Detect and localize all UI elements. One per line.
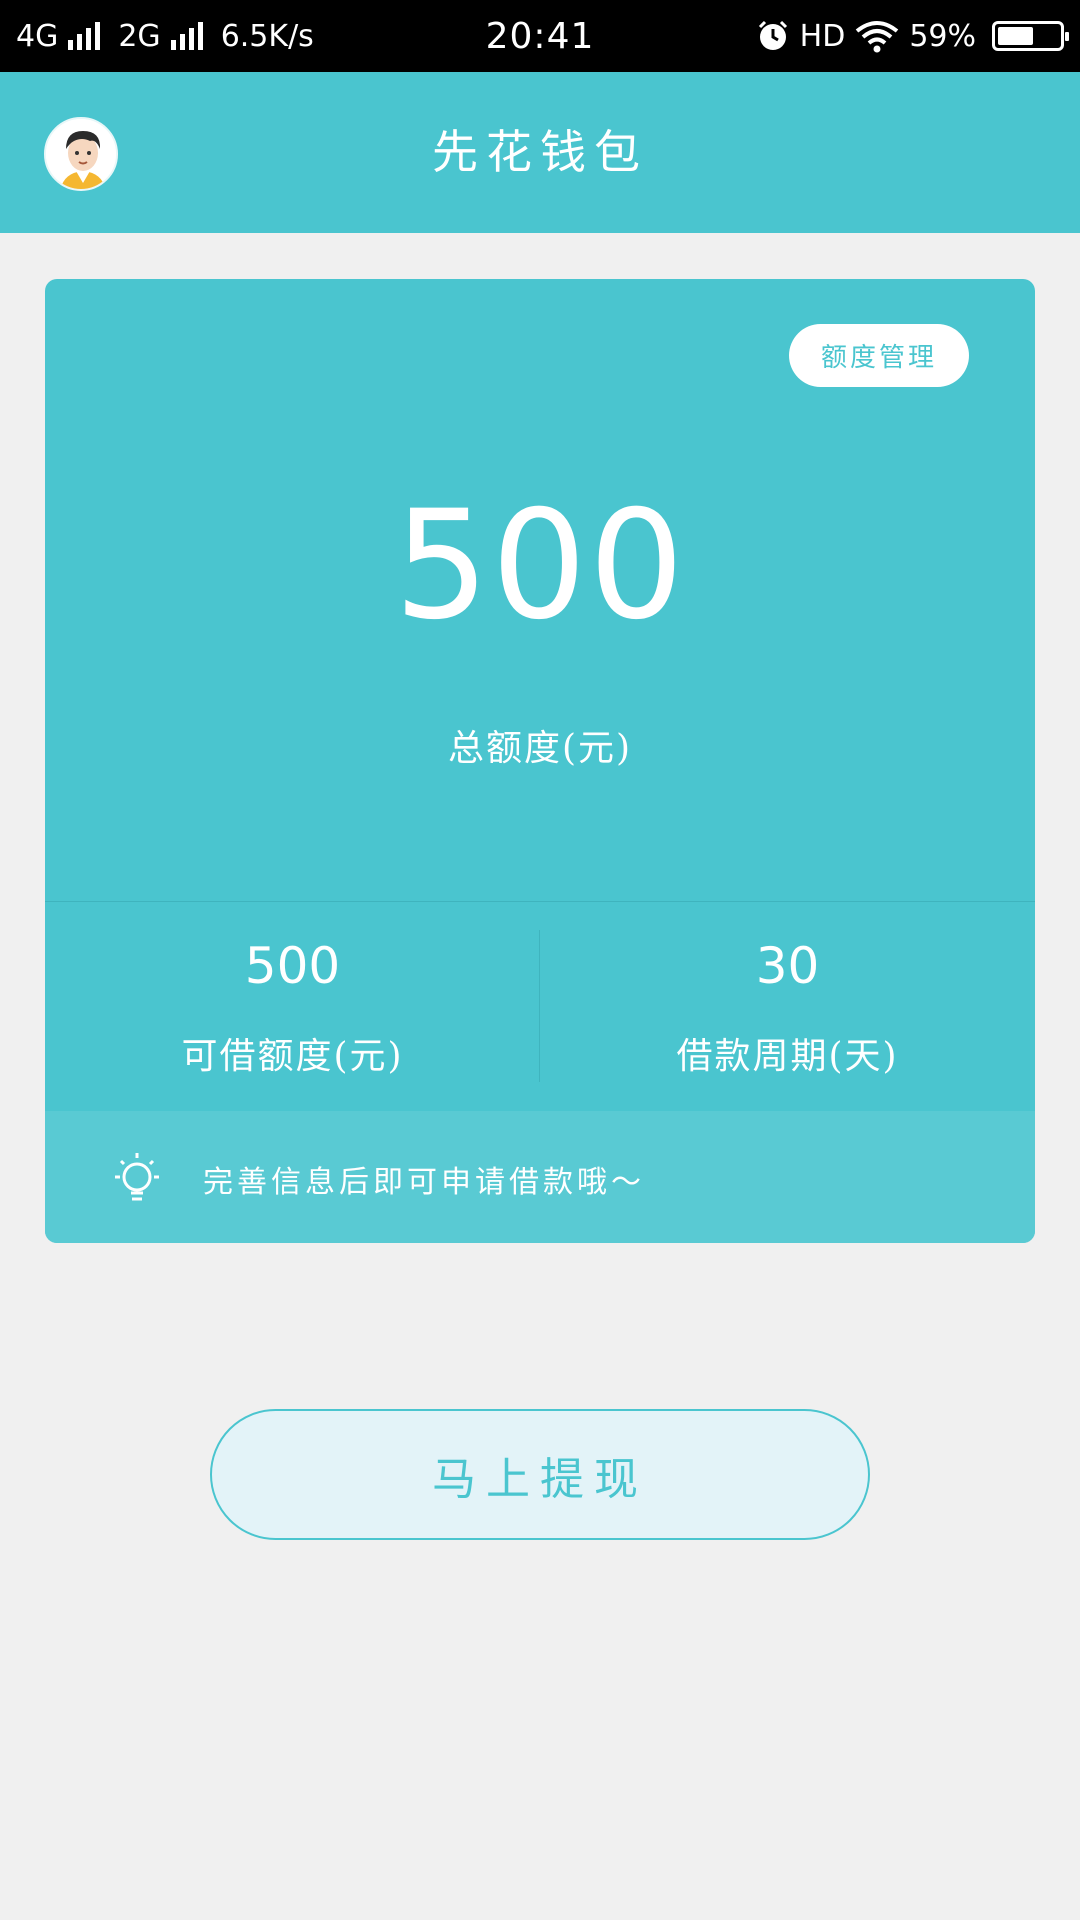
battery-fill (998, 27, 1034, 45)
page-title: 先花钱包 (432, 125, 648, 179)
credit-card-panel: 额度管理 500 总额度(元) 500 可借额度(元) 30 借款周期(天) 完… (45, 279, 1035, 1243)
loan-period-stat: 30 借款周期(天) (540, 902, 1035, 1102)
network-2-label: 2G (118, 18, 161, 54)
total-amount-label: 总额度(元) (447, 728, 633, 769)
status-right: HD 59% (756, 18, 1069, 54)
alarm-icon (758, 20, 787, 50)
app-header: 先花钱包 (0, 72, 1080, 233)
lightbulb-icon (115, 1153, 159, 1201)
quota-management-button[interactable]: 额度管理 (789, 324, 969, 387)
available-amount-stat: 500 可借额度(元) (45, 902, 540, 1102)
available-amount-value: 500 (244, 937, 341, 995)
wifi-icon (856, 21, 899, 53)
tip-text: 完善信息后即可申请借款哦～ (203, 1165, 645, 1200)
stats-row: 500 可借额度(元) 30 借款周期(天) (45, 902, 1035, 1102)
hd-label: HD (799, 18, 846, 54)
loan-period-value: 30 (755, 937, 820, 995)
network-speed: 6.5K/s (220, 18, 314, 54)
loan-period-label: 借款周期(天) (676, 1036, 899, 1077)
available-amount-label: 可借额度(元) (181, 1036, 404, 1077)
signal-icon (170, 22, 203, 50)
signal-icon (68, 22, 101, 50)
battery-icon (992, 21, 1069, 51)
withdraw-now-button[interactable]: 马上提现 (210, 1409, 870, 1540)
battery-percent: 59% (909, 18, 976, 54)
status-left: 4G 2G 6.5K/s (16, 19, 314, 54)
total-amount: 500 (393, 479, 687, 653)
status-bar: 4G 2G 6.5K/s 20:41 HD 59% (0, 0, 1080, 72)
network-1-label: 4G (16, 18, 59, 54)
tip-bar[interactable]: 完善信息后即可申请借款哦～ (45, 1111, 1035, 1243)
